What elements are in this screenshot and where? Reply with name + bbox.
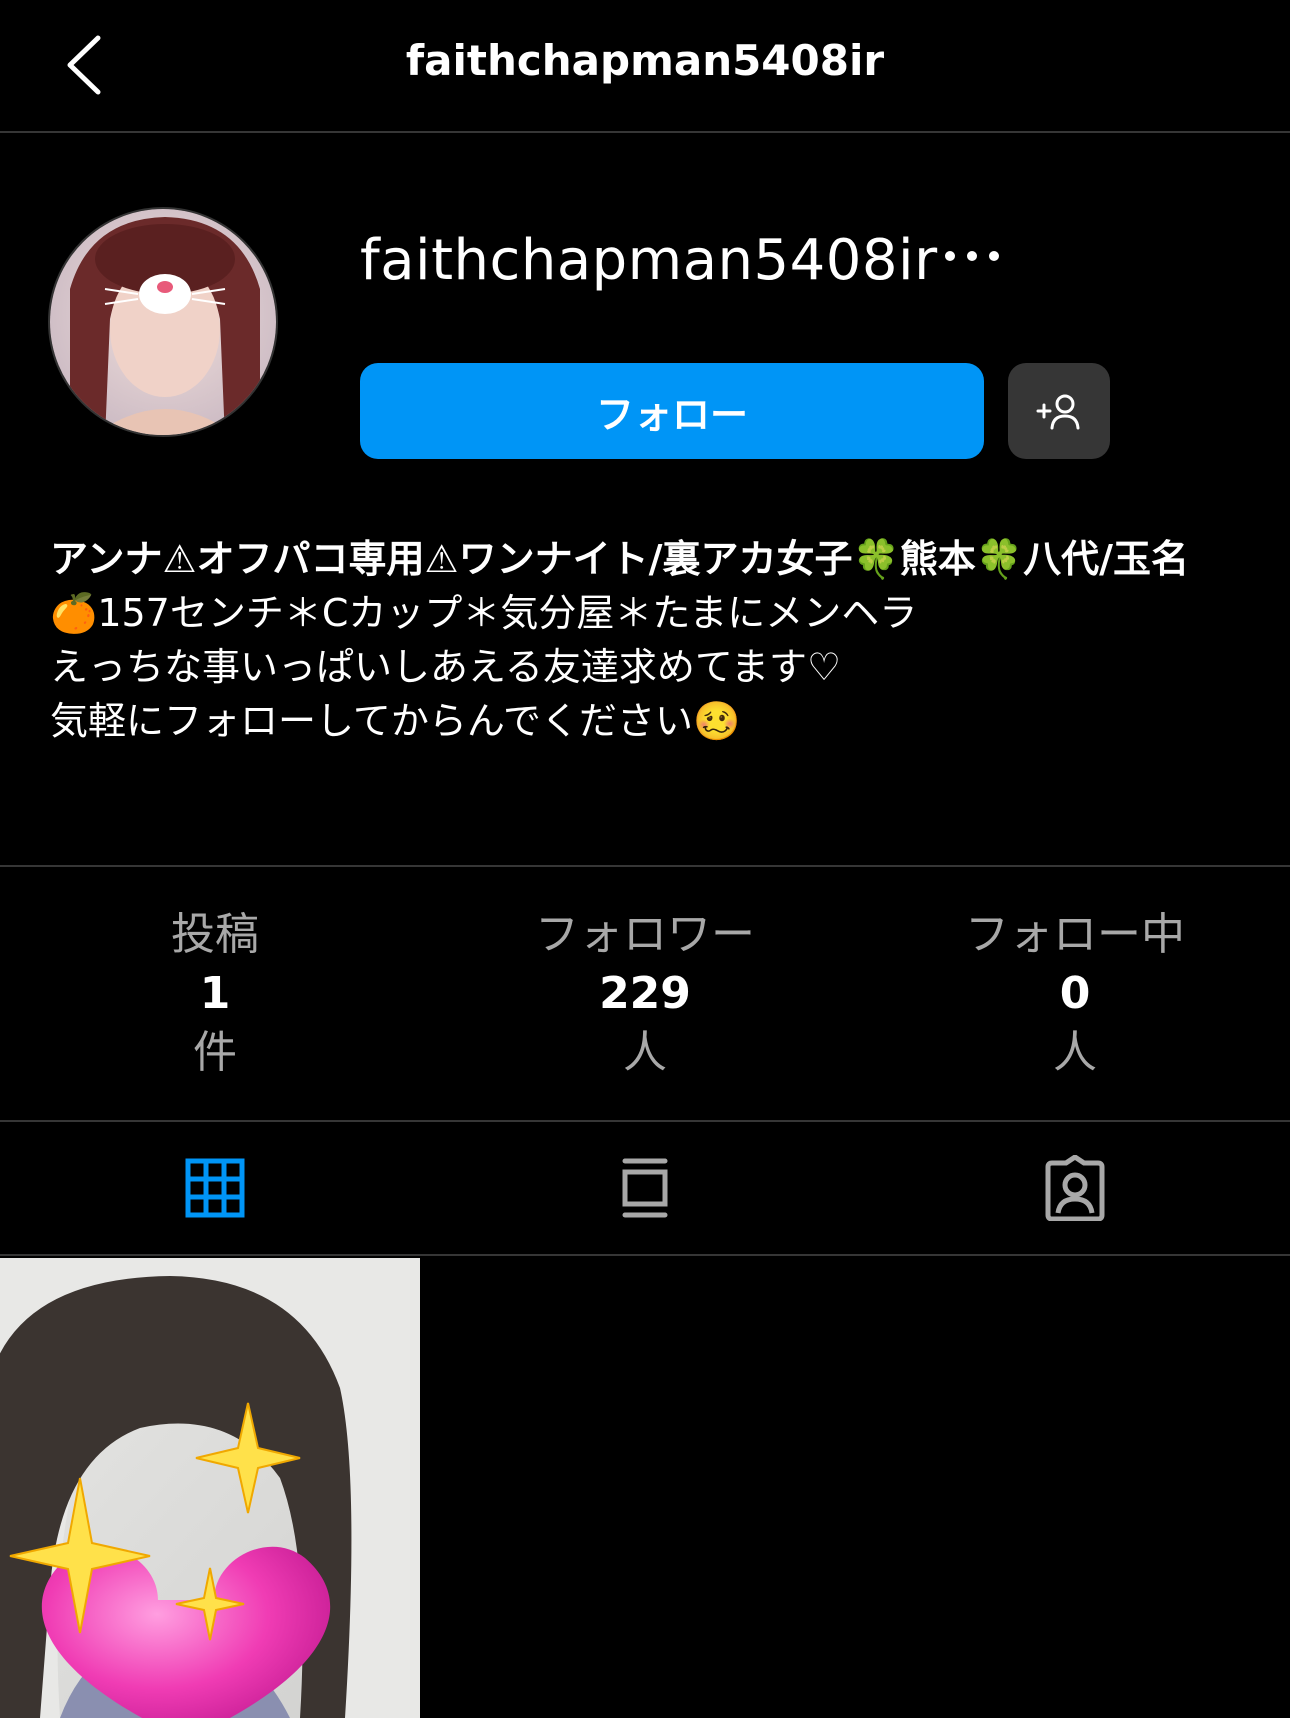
- tab-tagged[interactable]: [860, 1122, 1290, 1254]
- feed-icon: [622, 1158, 668, 1218]
- profile-tabs: [0, 1122, 1290, 1256]
- page-title: faithchapman5408ir: [405, 36, 885, 85]
- stat-label: フォロワー: [535, 909, 755, 960]
- stat-value: 1: [199, 968, 231, 1019]
- more-options-button[interactable]: [940, 236, 1004, 276]
- more-horizontal-icon: [945, 251, 999, 261]
- bio: アンナ⚠オフパコ専用⚠ワンナイト/裏アカ女子🍀熊本🍀八代/玉名 🍊157センチ＊…: [50, 532, 1240, 748]
- stat-unit: 件: [193, 1027, 237, 1078]
- bio-line: 🍊157センチ＊Cカップ＊気分屋＊たまにメンヘラ: [50, 591, 918, 635]
- tab-posts[interactable]: [0, 1122, 430, 1254]
- profile-username: faithchapman5408ir: [360, 228, 938, 293]
- tagged-person-icon: [1045, 1155, 1105, 1221]
- follow-button[interactable]: フォロー: [360, 363, 984, 459]
- stat-value: 0: [1059, 968, 1091, 1019]
- stat-unit: 人: [1053, 1027, 1097, 1078]
- tab-feed[interactable]: [430, 1122, 860, 1254]
- suggested-accounts-button[interactable]: [1008, 363, 1110, 459]
- bio-display-name: アンナ⚠オフパコ専用⚠ワンナイト/裏アカ女子🍀熊本🍀八代/玉名: [50, 537, 1190, 581]
- bio-line: えっちな事いっぱいしあえる友達求めてます♡: [50, 645, 842, 689]
- stat-unit: 人: [623, 1027, 667, 1078]
- stat-followers[interactable]: フォロワー 229 人: [430, 867, 860, 1120]
- stat-following[interactable]: フォロー中 0 人: [860, 867, 1290, 1120]
- grid-icon: [185, 1158, 245, 1218]
- profile-stats: 投稿 1 件 フォロワー 229 人 フォロー中 0 人: [0, 865, 1290, 1122]
- stat-posts[interactable]: 投稿 1 件: [0, 867, 430, 1120]
- post-thumbnail[interactable]: [0, 1258, 420, 1718]
- stat-label: 投稿: [171, 909, 259, 960]
- bio-line: 気軽にフォローしてからんでください🥴: [50, 699, 741, 743]
- avatar[interactable]: [48, 207, 278, 437]
- stat-value: 229: [599, 968, 691, 1019]
- add-person-icon: [1036, 394, 1080, 430]
- top-bar: faithchapman5408ir: [0, 0, 1290, 133]
- stat-label: フォロー中: [965, 909, 1185, 960]
